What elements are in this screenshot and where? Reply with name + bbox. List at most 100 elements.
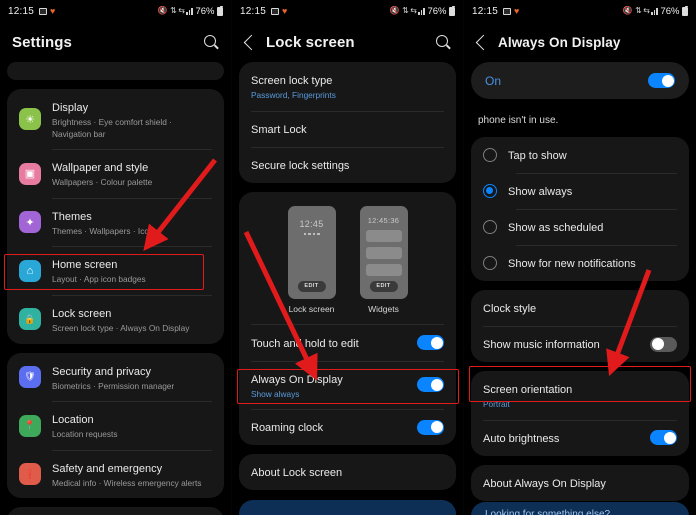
row-clock-style[interactable]: Clock style bbox=[471, 290, 689, 326]
screenshot-icon bbox=[503, 7, 512, 15]
location-pin-icon: 📍 bbox=[19, 414, 41, 437]
wallpaper-icon: ▣ bbox=[19, 162, 41, 185]
widget-bar bbox=[365, 229, 402, 242]
auto-brightness-toggle[interactable] bbox=[650, 430, 677, 446]
preview-widgets[interactable]: 12:45:36 EDIT Widgets bbox=[359, 205, 408, 314]
mute-icon: 🔇 bbox=[157, 6, 168, 15]
heart-icon: ♥ bbox=[514, 5, 520, 16]
item-title: Always On Display bbox=[251, 373, 343, 386]
item-title: Show music information bbox=[483, 339, 600, 351]
option-label: Show for new notifications bbox=[508, 258, 636, 270]
search-icon[interactable] bbox=[436, 34, 451, 50]
lock-icon: 🔒 bbox=[19, 308, 41, 331]
signal-icon bbox=[186, 7, 193, 15]
item-title: Secure lock settings bbox=[251, 159, 350, 172]
sidebar-item-accounts[interactable]: ⟳ Accounts and backup Manage accounts · … bbox=[7, 507, 224, 515]
sidebar-item-lock-screen[interactable]: 🔒 Lock screen Screen lock type · Always … bbox=[7, 295, 224, 344]
mute-icon: 🔇 bbox=[389, 6, 400, 15]
network-icon: ⇆ bbox=[410, 6, 417, 15]
radio-row-show-for-new-notifications[interactable]: Show for new notifications bbox=[471, 245, 689, 281]
row-touch-and-hold-to-edit[interactable]: Touch and hold to edit bbox=[239, 325, 456, 361]
show-music-information-toggle[interactable] bbox=[650, 336, 677, 352]
item-title: Screen lock type bbox=[251, 75, 333, 87]
item-subtitle: Medical info · Wireless emergency alerts bbox=[52, 477, 202, 488]
sidebar-item-safety[interactable]: ❗ Safety and emergency Medical info · Wi… bbox=[7, 449, 224, 499]
sidebar-item-themes[interactable]: ✦ Themes Themes · Wallpapers · Icons bbox=[7, 197, 224, 247]
row-screen-orientation[interactable]: Screen orientation Portrait bbox=[471, 371, 689, 420]
search-placeholder-card[interactable] bbox=[7, 62, 224, 80]
looking-for-something-else-bar[interactable]: Looking for something else? bbox=[471, 502, 689, 515]
page-title: Lock screen bbox=[266, 33, 355, 51]
back-chevron-icon[interactable] bbox=[243, 34, 260, 50]
item-title: Auto brightness bbox=[483, 432, 560, 445]
search-icon[interactable] bbox=[204, 34, 219, 50]
page-title: Settings bbox=[12, 33, 72, 51]
themes-icon: ✦ bbox=[19, 211, 41, 234]
edit-button[interactable]: EDIT bbox=[369, 280, 398, 292]
row-show-music-information[interactable]: Show music information bbox=[471, 326, 689, 362]
preview-clock: 12:45 bbox=[299, 218, 324, 229]
row-always-on-display[interactable]: Always On Display Show always bbox=[239, 360, 456, 410]
heart-icon: ♥ bbox=[282, 5, 288, 16]
preview-clock: 12:45:36 bbox=[367, 215, 400, 225]
about-aod-card[interactable]: About Always On Display bbox=[471, 464, 689, 501]
battery-icon bbox=[682, 5, 688, 16]
row-about-always-on-display[interactable]: About Always On Display bbox=[471, 465, 689, 501]
radio-row-show-always[interactable]: Show always bbox=[471, 173, 689, 209]
radio-button-selected[interactable] bbox=[483, 184, 497, 198]
battery-icon bbox=[217, 5, 223, 16]
item-title: Screen orientation bbox=[483, 384, 573, 396]
preview-lock-screen[interactable]: 12:45 EDIT Lock screen bbox=[287, 205, 336, 314]
touch-hold-toggle[interactable] bbox=[417, 335, 444, 351]
radio-row-tap-to-show[interactable]: Tap to show bbox=[471, 137, 689, 173]
item-subtitle: Biometrics · Permission manager bbox=[52, 380, 175, 391]
about-lock-screen-card[interactable]: About Lock screen bbox=[239, 454, 456, 491]
item-subtitle: Themes · Wallpapers · Icons bbox=[52, 225, 158, 236]
option-label: Show as scheduled bbox=[508, 222, 604, 234]
lock-settings-group: Screen lock type Password, Fingerprints … bbox=[239, 62, 456, 183]
screenshot-icon bbox=[39, 7, 48, 15]
row-auto-brightness[interactable]: Auto brightness bbox=[471, 419, 689, 456]
lock-preview-card: 12:45 EDIT Lock screen 12:45:36 EDIT Wid… bbox=[239, 191, 456, 446]
status-right-icons: 🔇 ⇅ ⇆ 76% bbox=[157, 5, 223, 17]
aod-display-card: Screen orientation Portrait Auto brightn… bbox=[471, 371, 689, 456]
aod-header: Always On Display bbox=[464, 22, 696, 62]
signal-icon bbox=[418, 7, 425, 15]
looking-for-something-else-bar[interactable] bbox=[239, 500, 456, 515]
row-screen-lock-type[interactable]: Screen lock type Password, Fingerprints bbox=[239, 62, 456, 111]
network-icon: ⇆ bbox=[178, 6, 185, 15]
master-toggle-label: On bbox=[485, 73, 502, 88]
widget-bar bbox=[365, 246, 402, 259]
row-secure-lock-settings[interactable]: Secure lock settings bbox=[239, 146, 456, 183]
home-icon: ⌂ bbox=[19, 259, 41, 282]
always-on-display-toggle[interactable] bbox=[417, 377, 444, 393]
row-smart-lock[interactable]: Smart Lock bbox=[239, 110, 456, 147]
edit-button[interactable]: EDIT bbox=[297, 280, 326, 292]
radio-button[interactable] bbox=[483, 220, 497, 234]
item-title: Touch and hold to edit bbox=[251, 337, 359, 350]
row-roaming-clock[interactable]: Roaming clock bbox=[239, 409, 456, 445]
radio-button[interactable] bbox=[483, 256, 497, 270]
sidebar-item-display[interactable]: ☀ Display Brightness · Eye comfort shiel… bbox=[7, 89, 224, 149]
item-subtitle: Screen lock type · Always On Display bbox=[52, 323, 190, 334]
radio-row-show-as-scheduled[interactable]: Show as scheduled bbox=[471, 209, 689, 245]
network-icon: ⇆ bbox=[643, 6, 650, 15]
item-title: Security and privacy bbox=[52, 365, 152, 378]
sidebar-item-home-screen[interactable]: ⌂ Home screen Layout · App icon badges bbox=[7, 246, 224, 295]
roaming-clock-toggle[interactable] bbox=[417, 419, 444, 435]
row-about-lock-screen[interactable]: About Lock screen bbox=[239, 454, 456, 490]
battery-percent: 76% bbox=[195, 5, 215, 17]
aod-master-toggle-card[interactable]: On bbox=[471, 62, 689, 99]
sidebar-item-location[interactable]: 📍 Location Location requests bbox=[7, 401, 224, 450]
sidebar-item-security[interactable]: 🛡 Security and privacy Biometrics · Perm… bbox=[7, 353, 224, 402]
sidebar-item-wallpaper[interactable]: ▣ Wallpaper and style Wallpapers · Colou… bbox=[7, 149, 224, 198]
back-chevron-icon[interactable] bbox=[475, 34, 492, 50]
radio-button[interactable] bbox=[483, 148, 497, 162]
aod-description: phone isn't in use. bbox=[478, 115, 559, 126]
item-subtitle: Password, Fingerprints bbox=[251, 90, 336, 100]
item-subtitle: Show always bbox=[251, 388, 300, 399]
item-title: Lock screen bbox=[52, 308, 112, 321]
aod-master-toggle[interactable] bbox=[648, 73, 675, 88]
item-title: Safety and emergency bbox=[52, 462, 163, 475]
panel-lock-screen: 12:15 ♥ 🔇 ⇅ ⇆ 76% Lock screen Screen loc… bbox=[232, 0, 464, 515]
